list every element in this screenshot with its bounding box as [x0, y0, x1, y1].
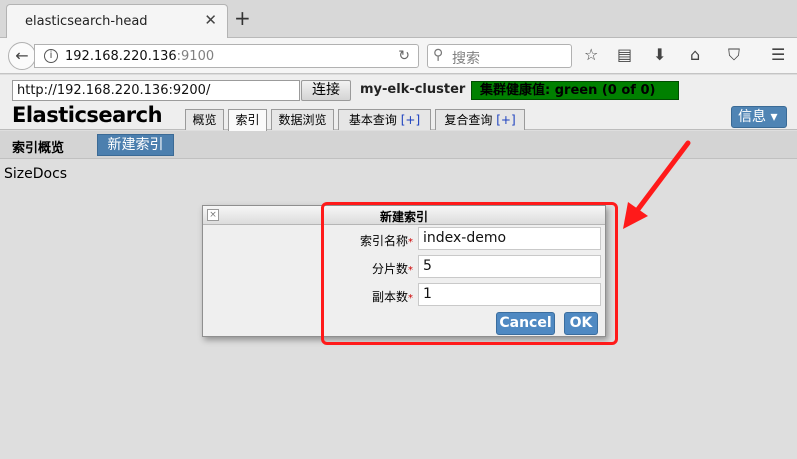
- ok-button[interactable]: OK: [564, 312, 598, 335]
- tab-compound-query-label: 复合查询: [444, 113, 493, 127]
- replicas-input[interactable]: 1: [418, 283, 601, 306]
- dialog-close-icon[interactable]: ×: [207, 209, 219, 221]
- tab-overview[interactable]: 概览: [185, 109, 224, 130]
- reload-icon[interactable]: ↻: [398, 48, 410, 64]
- home-icon[interactable]: ⌂: [690, 46, 700, 64]
- back-button[interactable]: ←: [8, 42, 36, 70]
- browser-search-bar[interactable]: ⚲ 搜索: [427, 44, 572, 68]
- required-mark: *: [408, 265, 413, 276]
- bookmark-star-icon[interactable]: ☆: [584, 46, 598, 64]
- index-name-label-text: 索引名称: [359, 234, 408, 248]
- menu-icon[interactable]: ☰: [771, 46, 785, 64]
- tab-compound-query[interactable]: 复合查询 [+]: [435, 109, 525, 130]
- new-index-dialog: 新建索引 × 索引名称* index-demo 分片数* 5 副本数* 1 Ca…: [202, 205, 606, 337]
- browser-tab[interactable]: elasticsearch-head ✕: [6, 4, 228, 39]
- tab-title: elasticsearch-head: [25, 14, 148, 29]
- reading-list-icon[interactable]: ▤: [617, 46, 632, 64]
- tab-compound-query-plus[interactable]: [+]: [496, 113, 515, 127]
- search-placeholder: 搜索: [452, 51, 480, 67]
- cancel-button[interactable]: Cancel: [496, 312, 555, 335]
- cluster-health-badge: 集群健康值: green (0 of 0): [471, 81, 679, 100]
- tab-indices[interactable]: 索引: [228, 109, 267, 131]
- index-name-input[interactable]: index-demo: [418, 227, 601, 250]
- shards-label: 分片数*: [323, 260, 413, 277]
- index-name-label: 索引名称*: [323, 232, 413, 249]
- dialog-titlebar[interactable]: 新建索引 ×: [203, 206, 605, 225]
- indices-overview-title: 索引概览: [12, 141, 65, 156]
- url-port: :9100: [176, 49, 215, 64]
- browser-navbar: ← i 192.168.220.136:9100 ↻ ⚲ 搜索 ☆ ▤ ⬇ ⌂ …: [0, 38, 797, 74]
- shards-label-text: 分片数: [371, 262, 408, 276]
- connect-button[interactable]: 连接: [301, 80, 351, 101]
- shards-input[interactable]: 5: [418, 255, 601, 278]
- pocket-icon[interactable]: ⛉: [728, 46, 740, 64]
- info-menu-button[interactable]: 信息 ▾: [731, 106, 787, 128]
- required-mark: *: [408, 237, 413, 248]
- url-bar[interactable]: i 192.168.220.136:9100 ↻: [34, 44, 419, 68]
- cluster-name: my-elk-cluster: [360, 82, 466, 97]
- tab-basic-query-label: 基本查询: [348, 113, 397, 127]
- search-icon: ⚲: [433, 47, 444, 63]
- tab-basic-query-plus[interactable]: [+]: [401, 113, 420, 127]
- site-info-icon[interactable]: i: [44, 49, 58, 63]
- new-index-button[interactable]: 新建索引: [97, 134, 174, 156]
- size-docs-header: SizeDocs: [4, 166, 68, 182]
- tab-browser[interactable]: 数据浏览: [271, 109, 334, 130]
- es-header: http://192.168.220.136:9200/ 连接 my-elk-c…: [0, 75, 797, 131]
- indices-subbar: 索引概览 新建索引: [0, 131, 797, 159]
- required-mark: *: [408, 293, 413, 304]
- tab-close-icon[interactable]: ✕: [204, 11, 217, 29]
- replicas-label: 副本数*: [323, 288, 413, 305]
- url-host: 192.168.220.136: [65, 49, 177, 64]
- dialog-title: 新建索引: [379, 210, 428, 224]
- downloads-icon[interactable]: ⬇: [653, 46, 666, 64]
- app-brand: Elasticsearch: [12, 103, 163, 127]
- url-text: 192.168.220.136:9100: [65, 49, 214, 64]
- new-tab-button[interactable]: +: [234, 6, 251, 30]
- tab-basic-query[interactable]: 基本查询 [+]: [338, 109, 431, 130]
- browser-tab-strip: elasticsearch-head ✕ +: [0, 0, 797, 39]
- replicas-label-text: 副本数: [371, 290, 408, 304]
- connection-url-input[interactable]: http://192.168.220.136:9200/: [12, 80, 300, 101]
